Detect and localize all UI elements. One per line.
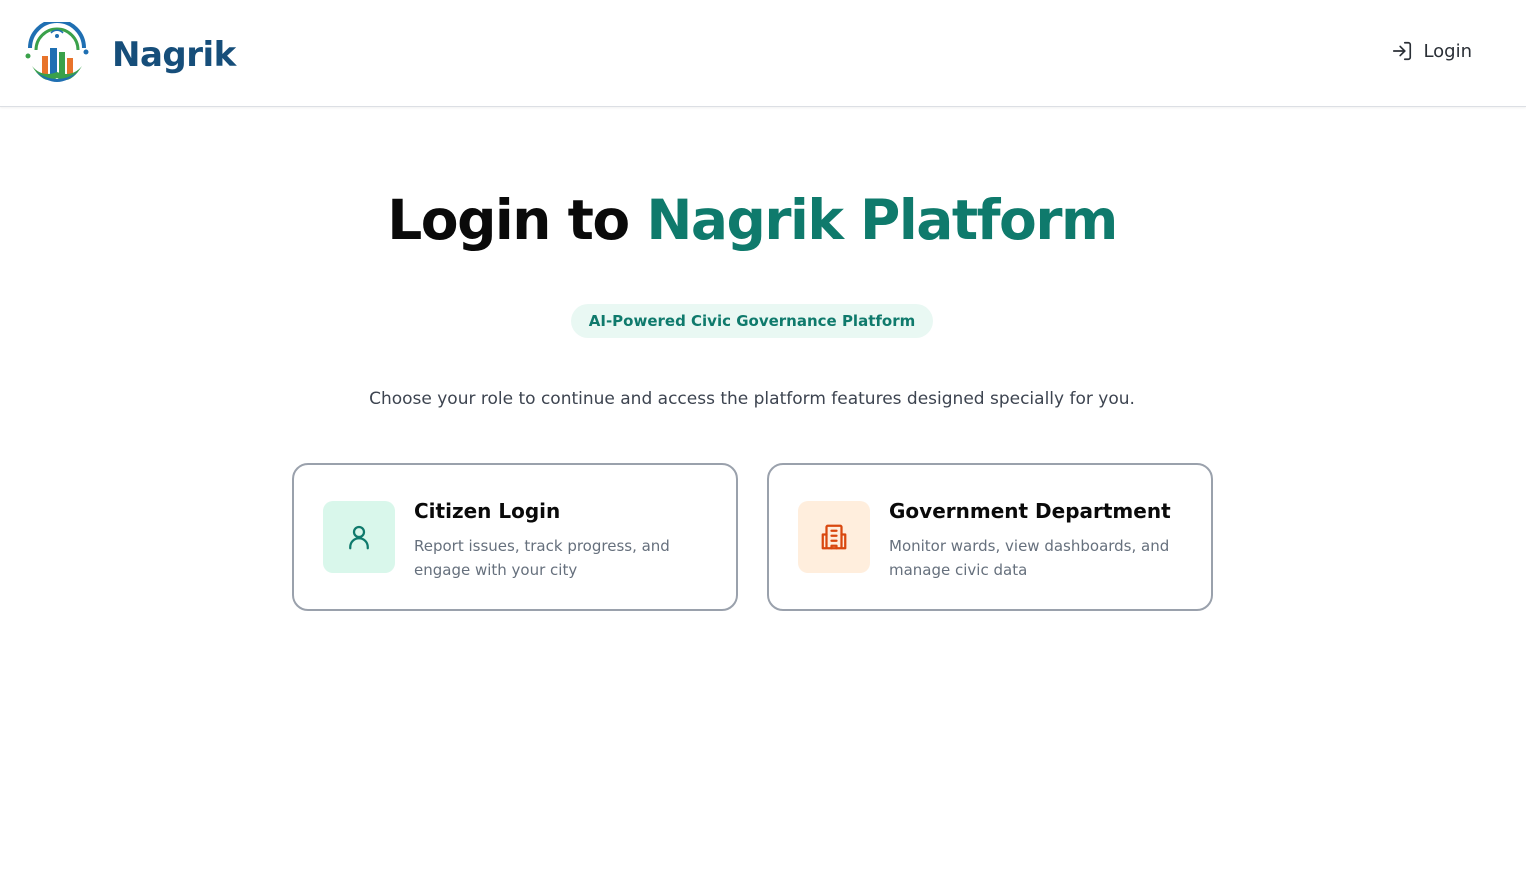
header-login-label: Login [1423, 40, 1472, 62]
page-title: Login to Nagrik Platform [0, 188, 1504, 252]
government-department-card[interactable]: Government Department Monitor wards, vie… [767, 463, 1213, 611]
header-login-link[interactable]: Login [1391, 40, 1472, 62]
brand-name: Nagrik [112, 35, 236, 75]
page-subtitle: Choose your role to continue and access … [369, 389, 1135, 409]
nagrik-logo-icon [25, 22, 89, 82]
citizen-card-title: Citizen Login [414, 499, 561, 523]
tagline-badge: AI-Powered Civic Governance Platform [570, 304, 934, 338]
log-in-icon [1393, 41, 1412, 61]
government-card-description: Monitor wards, view dashboards, and mana… [889, 537, 1170, 579]
citizen-icon-box [323, 501, 395, 573]
user-icon [349, 525, 369, 550]
page-title-prefix: Login to [387, 188, 630, 252]
page-title-accent: Nagrik Platform [646, 188, 1118, 252]
brand[interactable]: Nagrik [22, 22, 236, 88]
building-icon [821, 524, 847, 550]
tagline-wrap: AI-Powered Civic Governance Platform [0, 304, 1504, 338]
citizen-card-description: Report issues, track progress, and engag… [414, 537, 670, 579]
government-icon-box [798, 501, 870, 573]
top-header: Nagrik Login [0, 0, 1526, 107]
government-card-title: Government Department [889, 499, 1171, 523]
citizen-login-card[interactable]: Citizen Login Report issues, track progr… [292, 463, 738, 611]
